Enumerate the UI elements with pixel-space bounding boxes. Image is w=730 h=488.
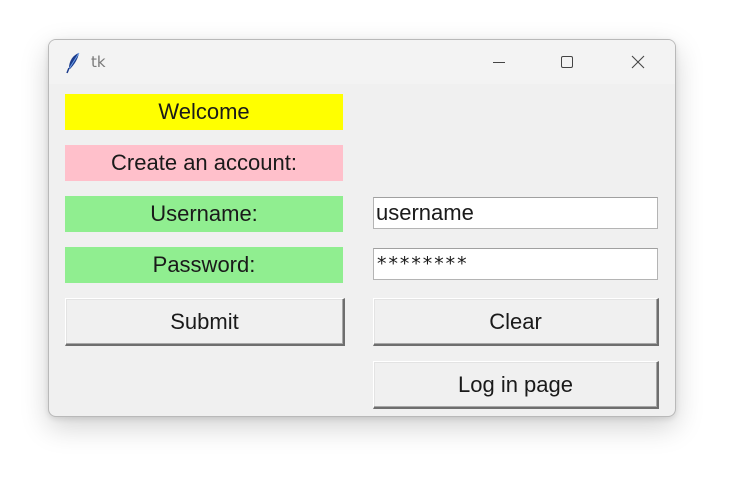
window-title: tk: [91, 53, 106, 71]
minimize-button[interactable]: [465, 40, 533, 84]
password-input[interactable]: [373, 248, 658, 280]
close-icon: [631, 55, 645, 69]
welcome-label: Welcome: [65, 94, 343, 130]
clear-button[interactable]: Clear: [373, 298, 659, 346]
submit-button[interactable]: Submit: [65, 298, 345, 346]
close-button[interactable]: [604, 40, 672, 84]
maximize-icon: [561, 56, 573, 68]
feather-icon: [66, 52, 80, 74]
app-window: tk Welcome Create an account: Username: …: [48, 39, 676, 417]
create-account-label: Create an account:: [65, 145, 343, 181]
login-page-button[interactable]: Log in page: [373, 361, 659, 409]
username-label: Username:: [65, 196, 343, 232]
password-label: Password:: [65, 247, 343, 283]
maximize-button[interactable]: [533, 40, 601, 84]
title-bar[interactable]: tk: [49, 40, 675, 84]
minimize-icon: [493, 62, 505, 63]
username-input[interactable]: [373, 197, 658, 229]
